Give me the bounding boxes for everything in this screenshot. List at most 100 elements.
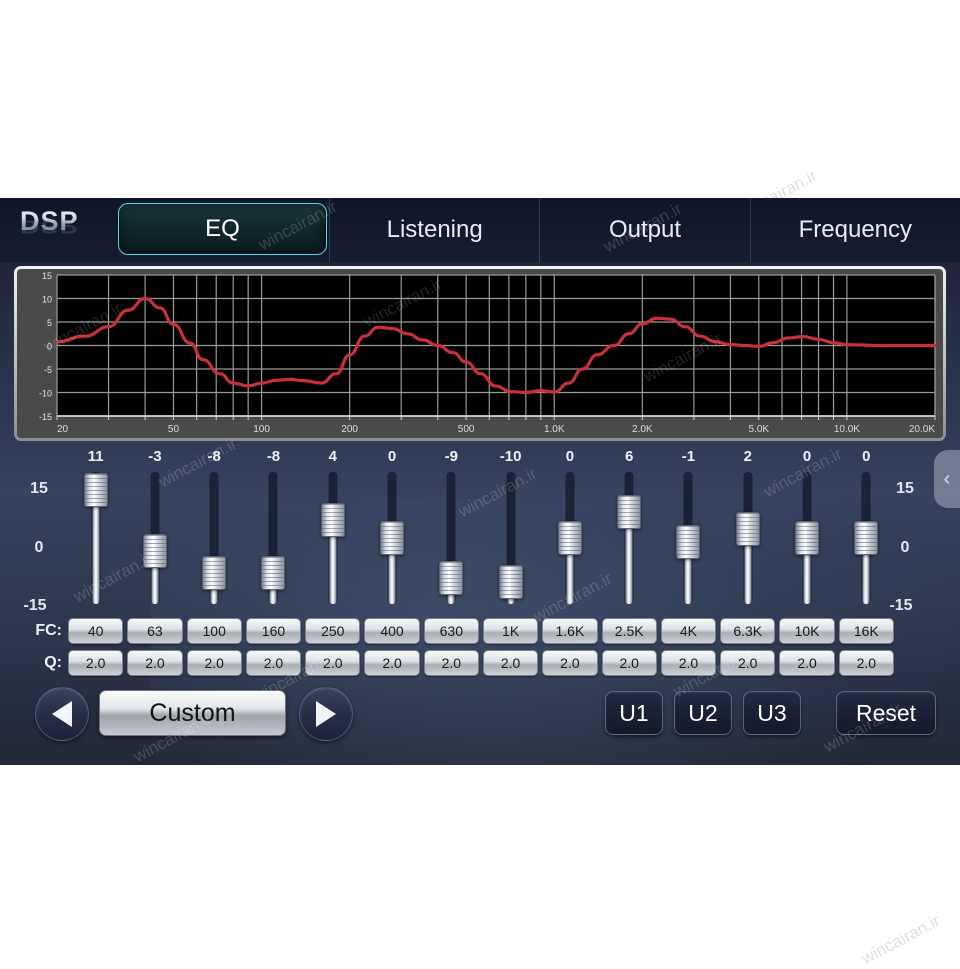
band-gain-value: 0 — [862, 448, 871, 465]
fc-cell[interactable]: 160 — [245, 618, 302, 644]
q-cell[interactable]: 2.0 — [720, 650, 776, 676]
user-preset-u1-label: U1 — [619, 699, 649, 726]
tab-eq[interactable]: EQ — [118, 203, 327, 255]
band-slider-thumb[interactable] — [676, 525, 701, 560]
tab-frequency-label: Frequency — [798, 216, 913, 243]
scale-label-top-left: 15 — [30, 480, 48, 497]
fc-cell[interactable]: 100 — [186, 618, 242, 644]
q-cell[interactable]: 2.0 — [660, 650, 717, 676]
band-slider-thumb[interactable] — [142, 534, 167, 569]
fc-cell-value: 630 — [439, 623, 463, 639]
user-preset-u2-button[interactable]: U2 — [674, 691, 732, 735]
band-slider-thumb[interactable] — [439, 560, 464, 595]
svg-text:500: 500 — [458, 424, 475, 435]
preset-name-button[interactable]: Custom — [99, 690, 286, 736]
band-slider-track-lower — [862, 553, 870, 604]
fc-cell[interactable]: 4K — [660, 618, 717, 644]
reset-button[interactable]: Reset — [836, 691, 936, 735]
eq-band-6: 0 — [362, 448, 421, 613]
bottom-control-bar: Custom U1 U2 U3 Reset — [0, 678, 960, 765]
q-cell[interactable]: 2.0 — [423, 650, 479, 676]
eq-band-14: 0 — [837, 448, 896, 613]
chevron-left-icon: ‹ — [943, 467, 951, 490]
q-cell-value: 2.0 — [678, 655, 699, 671]
fc-cell-value: 6.3K — [733, 623, 763, 639]
scale-label-mid-left: 0 — [34, 539, 44, 556]
q-cell-value: 2.0 — [204, 655, 224, 671]
q-cell[interactable]: 2.0 — [542, 650, 598, 676]
fc-cell[interactable]: 6.3K — [720, 618, 776, 644]
band-slider-thumb[interactable] — [261, 556, 286, 591]
dsp-logo-reflection: DSP — [20, 216, 79, 238]
fc-cell[interactable]: 2.5K — [601, 618, 657, 644]
fc-cell[interactable]: 1K — [482, 618, 539, 644]
q-cell[interactable]: 2.0 — [305, 650, 361, 676]
q-cell[interactable]: 2.0 — [68, 650, 124, 676]
tab-frequency[interactable]: Frequency — [749, 198, 960, 262]
q-cell[interactable]: 2.0 — [482, 650, 539, 676]
q-cell[interactable]: 2.0 — [364, 650, 420, 676]
eq-band-1: 11 — [66, 448, 125, 613]
q-cell[interactable]: 2.0 — [245, 650, 302, 676]
band-gain-value: 11 — [87, 448, 104, 465]
fc-cell-value: 250 — [321, 623, 345, 639]
side-drawer-handle[interactable]: ‹ — [934, 450, 960, 508]
user-preset-u3-label: U3 — [757, 699, 787, 726]
next-preset-button[interactable] — [299, 687, 353, 741]
q-cell[interactable]: 2.0 — [779, 650, 835, 676]
band-gain-value: 0 — [565, 448, 575, 465]
user-preset-u2-label: U2 — [688, 699, 718, 726]
band-slider-thumb[interactable] — [557, 521, 582, 555]
band-slider-thumb[interactable] — [202, 556, 227, 591]
prev-preset-button[interactable] — [35, 687, 89, 741]
band-slider-track-lower — [151, 566, 159, 604]
band-slider-thumb[interactable] — [735, 512, 760, 547]
q-cell[interactable]: 2.0 — [186, 650, 242, 676]
fc-cell[interactable]: 40 — [68, 618, 124, 644]
q-cell[interactable]: 2.0 — [838, 650, 894, 676]
fc-cell[interactable]: 10K — [779, 618, 835, 644]
q-cell-value: 2.0 — [797, 655, 817, 671]
tab-bar: EQ Listening Output Frequency — [116, 198, 960, 262]
user-preset-u3-button[interactable]: U3 — [743, 691, 801, 735]
q-cell[interactable]: 2.0 — [601, 650, 657, 676]
fc-cell[interactable]: 63 — [127, 618, 183, 644]
band-slider-thumb[interactable] — [380, 521, 405, 555]
q-cell-value: 2.0 — [560, 655, 580, 671]
fc-cell-list: 40 63 100 160 250 400 630 1K 1.6K 2.5K 4K 6.3K 10K 16… — [66, 618, 896, 644]
fc-cell-value: 10K — [794, 623, 820, 639]
band-gain-value: -10 — [499, 448, 522, 465]
q-cell-value: 2.0 — [619, 655, 639, 671]
eq-band-5: 4 — [303, 448, 362, 613]
eq-response-graph[interactable]: 15 10 5 0 -5 -10 -15 20 50 100 200 500 1.0K 2.0K 5.0K 1… — [14, 266, 946, 441]
fc-cell[interactable]: 400 — [364, 618, 420, 644]
eq-band-2: -3 — [125, 448, 184, 613]
dsp-eq-panel: DSP DSP EQ Listening Output Frequency 15… — [0, 198, 960, 765]
band-slider-thumb[interactable] — [83, 472, 108, 507]
q-cell[interactable]: 2.0 — [127, 650, 183, 676]
eq-band-3: -8 — [185, 448, 244, 613]
tab-listening[interactable]: Listening — [329, 198, 539, 262]
fc-cell-value: 160 — [261, 623, 286, 639]
q-cell-value: 2.0 — [382, 655, 402, 671]
header-bar: DSP DSP EQ Listening Output Frequency — [0, 198, 960, 262]
q-cell-value: 2.0 — [85, 655, 106, 671]
watermark: wincairan.ir — [858, 910, 944, 969]
band-slider-thumb[interactable] — [498, 565, 523, 599]
fc-cell[interactable]: 250 — [305, 618, 361, 644]
preset-name-label: Custom — [149, 698, 236, 727]
svg-text:-15: -15 — [39, 412, 52, 422]
eq-band-13: 0 — [777, 448, 836, 613]
user-preset-u1-button[interactable]: U1 — [605, 691, 663, 735]
fc-cell[interactable]: 1.6K — [542, 618, 598, 644]
eq-band-12: 2 — [718, 448, 777, 613]
band-gain-value: -8 — [207, 448, 221, 465]
band-slider-thumb[interactable] — [795, 521, 820, 555]
tab-output[interactable]: Output — [539, 198, 749, 262]
band-slider-thumb[interactable] — [320, 503, 345, 538]
band-slider-thumb[interactable] — [617, 494, 642, 529]
band-slider-thumb[interactable] — [854, 521, 879, 555]
fc-cell[interactable]: 16K — [838, 618, 894, 644]
fc-cell[interactable]: 630 — [423, 618, 479, 644]
fc-cell-value: 400 — [380, 623, 404, 639]
